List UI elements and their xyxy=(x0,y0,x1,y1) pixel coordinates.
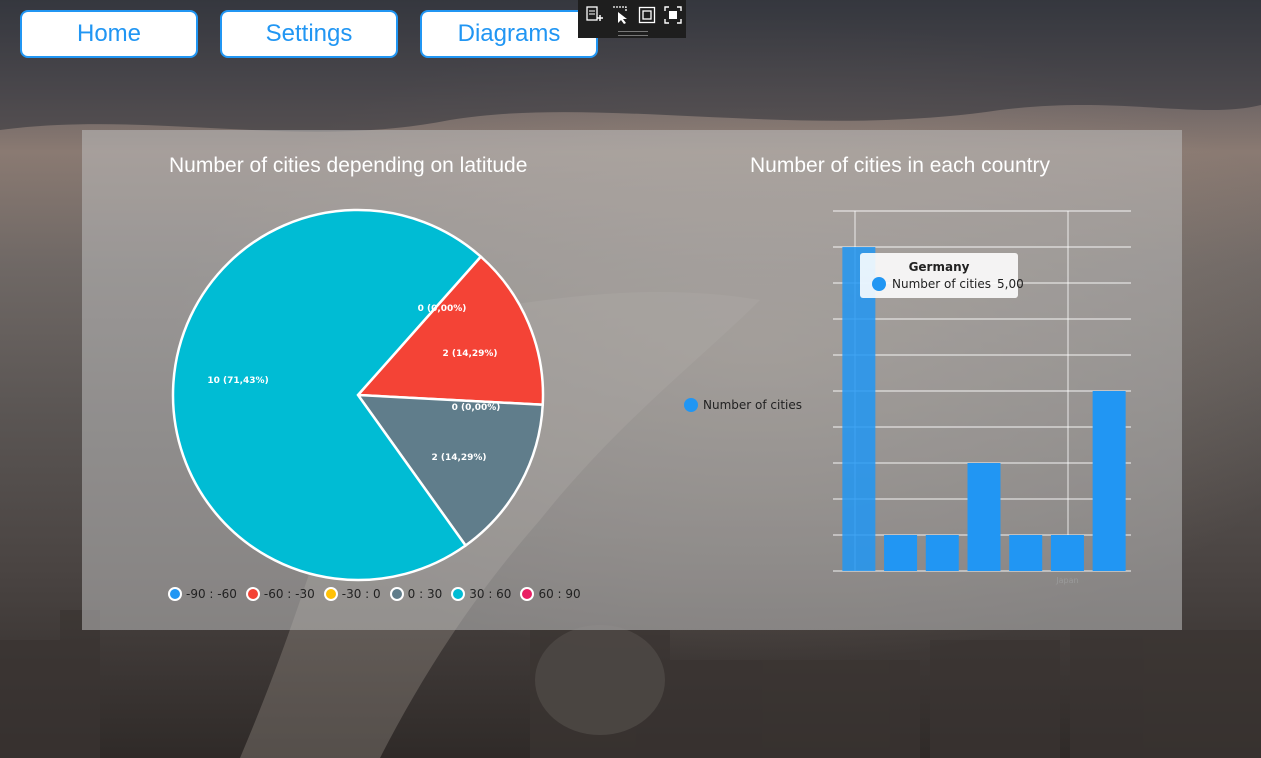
tooltip-value: 5,00 xyxy=(997,277,1024,291)
legend-marker xyxy=(389,587,404,601)
pie-legend-label: -90 : -60 xyxy=(186,587,237,601)
tooltip-series-marker xyxy=(872,277,886,291)
tooltip-series-label: Number of cities xyxy=(892,277,992,291)
legend-marker xyxy=(245,587,260,601)
pie-legend-item[interactable]: -60 : -30 xyxy=(245,587,315,601)
debug-toolbar xyxy=(578,0,686,38)
pie-legend-item[interactable]: 60 : 90 xyxy=(520,587,581,601)
display-layout-adorners-icon[interactable] xyxy=(636,5,658,25)
pie-legend-label: -30 : 0 xyxy=(341,587,381,601)
track-focus-icon[interactable] xyxy=(662,5,684,25)
pie-legend-label: -60 : -30 xyxy=(263,587,315,601)
legend-marker xyxy=(451,587,466,601)
legend-marker xyxy=(323,587,338,601)
pie-legend-item[interactable]: 0 : 30 xyxy=(389,587,443,601)
diagrams-button[interactable]: Diagrams xyxy=(420,10,598,58)
pie-legend-label: 0 : 30 xyxy=(407,587,443,601)
tooltip-title: Germany xyxy=(908,260,970,274)
bar-chart-title: Number of cities in each country xyxy=(750,154,1050,177)
home-button[interactable]: Home xyxy=(20,10,198,58)
charts-panel xyxy=(82,130,1182,630)
select-element-icon[interactable] xyxy=(610,5,632,25)
live-visual-tree-icon[interactable] xyxy=(584,5,606,25)
pie-legend: -90 : -60 -60 : -30 -30 : 0 0 : 30 30 : 60 60… xyxy=(168,587,581,601)
pie-legend-label: 30 : 60 xyxy=(469,587,512,601)
pie-legend-item[interactable]: -90 : -60 xyxy=(168,587,237,601)
legend-marker xyxy=(520,587,535,601)
pie-legend-item[interactable]: 30 : 60 xyxy=(451,587,511,601)
bar-legend-label: Number of cities xyxy=(703,398,803,412)
pie-legend-item[interactable]: -30 : 0 xyxy=(323,587,381,601)
legend-marker xyxy=(168,587,182,601)
tooltip-row: Number of cities 5,00 xyxy=(872,277,1024,291)
pie-chart-title: Number of cities depending on latitude xyxy=(169,154,528,177)
bar-legend: Number of cities xyxy=(684,398,802,412)
toolbar-grip[interactable] xyxy=(618,31,648,36)
bar-tooltip: Germany Number of cities 5,00 xyxy=(860,253,1024,298)
bar-legend-marker xyxy=(684,398,698,412)
pie-legend-label: 60 : 90 xyxy=(538,587,581,601)
settings-button[interactable]: Settings xyxy=(220,10,398,58)
